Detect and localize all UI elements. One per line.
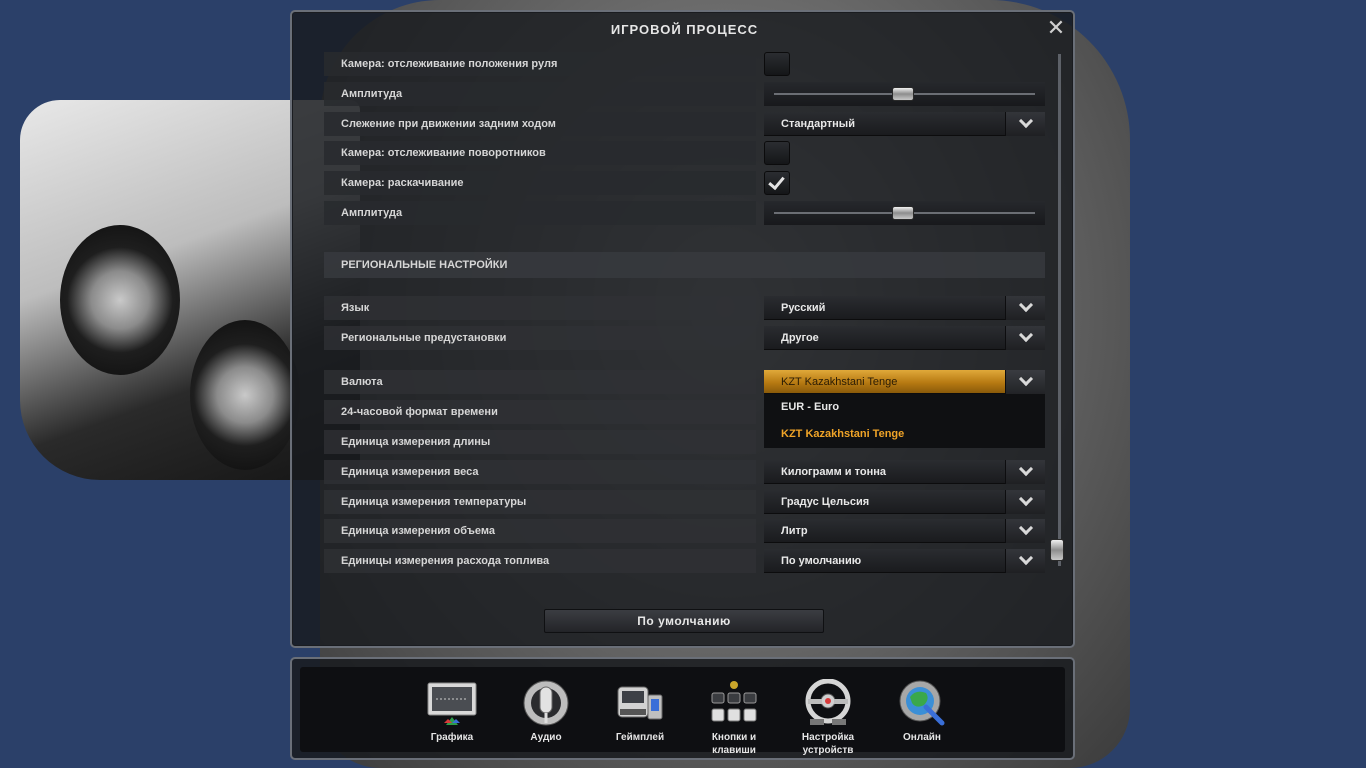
checkmark-icon [768, 172, 785, 191]
nav-label-line2: устройств [802, 745, 854, 756]
nav-online[interactable]: Онлайн [882, 679, 962, 744]
dropdown-value: Русский [781, 302, 826, 314]
weight-unit-dropdown[interactable]: Килограмм и тонна [764, 460, 1045, 484]
truck-wheel-rear [190, 320, 300, 470]
dropdown-value: Стандартный [781, 118, 855, 130]
slider-knob[interactable] [892, 87, 914, 101]
settings-category-bar: Графика Аудио Геймплей Кнопки и клавиши … [290, 657, 1075, 760]
language-dropdown[interactable]: Русский [764, 296, 1045, 320]
camera-sway-checkbox[interactable] [764, 171, 790, 195]
amplitude-slider-2[interactable] [764, 201, 1045, 225]
setting-row-label: Единица измерения веса [324, 460, 756, 484]
chevron-down-icon[interactable] [1005, 296, 1045, 320]
category-bar-inner: Графика Аудио Геймплей Кнопки и клавиши … [300, 667, 1065, 756]
nav-graphics[interactable]: Графика [412, 679, 492, 744]
nav-label: Геймплей [615, 732, 665, 743]
setting-row-label: Единица измерения объема [324, 519, 756, 543]
setting-row-label: Камера: раскачивание [324, 171, 756, 195]
setting-row-label: Единица измерения длины [324, 430, 756, 454]
setting-row-label: Амплитуда [324, 82, 756, 106]
nav-label: Графика [430, 732, 474, 743]
nav-audio[interactable]: Аудио [506, 679, 586, 744]
setting-row-label: Слежение при движении задним ходом [324, 112, 756, 136]
nav-label-line1: Настройка [801, 732, 855, 743]
nav-label: Онлайн [903, 732, 941, 743]
currency-option-eur[interactable]: EUR - Euro [764, 394, 1045, 421]
nav-controls[interactable]: Кнопки и клавиши [694, 679, 774, 757]
chevron-down-icon[interactable] [1005, 112, 1045, 136]
amplitude-slider-1[interactable] [764, 82, 1045, 106]
gameplay-settings-dialog: ИГРОВОЙ ПРОЦЕСС ✕ Камера: отслеживание п… [290, 10, 1075, 648]
truck-wheel-front [60, 225, 180, 375]
dropdown-value: Килограмм и тонна [781, 466, 886, 478]
setting-row-label: Язык [324, 296, 756, 320]
monitor-icon [426, 679, 478, 727]
globe-icon [896, 679, 948, 727]
setting-row-label: 24-часовой формат времени [324, 400, 756, 424]
temperature-unit-dropdown[interactable]: Градус Цельсия [764, 490, 1045, 514]
dialog-title: ИГРОВОЙ ПРОЦЕСС [610, 22, 759, 37]
nav-devices[interactable]: Настройка устройств [788, 678, 868, 757]
setting-row-label: Камера: отслеживание поворотников [324, 141, 756, 165]
scrollbar-track[interactable] [1058, 54, 1061, 566]
steering-camera-checkbox[interactable] [764, 52, 790, 76]
setting-row-label: Амплитуда [324, 201, 756, 225]
chevron-down-icon[interactable] [1005, 460, 1045, 484]
nav-label: Аудио [530, 732, 562, 743]
dropdown-value: KZT Kazakhstani Tenge [781, 376, 898, 388]
microphone-icon [520, 679, 572, 727]
setting-row-label: Валюта [324, 370, 756, 394]
currency-options-list: EUR - Euro KZT Kazakhstani Tenge [764, 394, 1045, 448]
chevron-down-icon[interactable] [1005, 326, 1045, 350]
fuel-consumption-unit-dropdown[interactable]: По умолчанию [764, 549, 1045, 573]
regional-preset-dropdown[interactable]: Другое [764, 326, 1045, 350]
nav-label-line1: Кнопки и [711, 732, 757, 743]
truck-icon [614, 679, 666, 727]
setting-row-label: Камера: отслеживание положения руля [324, 52, 756, 76]
reset-defaults-button[interactable]: По умолчанию [544, 609, 824, 633]
slider-knob[interactable] [892, 206, 914, 220]
chevron-down-icon[interactable] [1005, 370, 1045, 394]
regional-settings-header: РЕГИОНАЛЬНЫЕ НАСТРОЙКИ [324, 252, 1045, 278]
reverse-camera-dropdown[interactable]: Стандартный [764, 112, 1045, 136]
keyboard-icon [708, 679, 760, 727]
currency-option-kzt[interactable]: KZT Kazakhstani Tenge [764, 421, 1045, 448]
dropdown-value: Литр [781, 525, 808, 537]
nav-label-line2: клавиши [712, 745, 756, 756]
steering-wheel-icon [802, 678, 854, 727]
dropdown-value: По умолчанию [781, 555, 862, 567]
dropdown-value: Другое [781, 332, 819, 344]
scrollbar-thumb[interactable] [1050, 539, 1064, 561]
close-button[interactable]: ✕ [1045, 17, 1067, 40]
chevron-down-icon[interactable] [1005, 549, 1045, 573]
chevron-down-icon[interactable] [1005, 519, 1045, 543]
setting-row-label: Региональные предустановки [324, 326, 756, 350]
setting-row-label: Единица измерения температуры [324, 490, 756, 514]
chevron-down-icon[interactable] [1005, 490, 1045, 514]
volume-unit-dropdown[interactable]: Литр [764, 519, 1045, 543]
dropdown-value: Градус Цельсия [781, 496, 870, 508]
currency-dropdown[interactable]: KZT Kazakhstani Tenge [764, 370, 1045, 394]
nav-gameplay[interactable]: Геймплей [600, 679, 680, 744]
setting-row-label: Единицы измерения расхода топлива [324, 549, 756, 573]
turn-signal-camera-checkbox[interactable] [764, 141, 790, 165]
